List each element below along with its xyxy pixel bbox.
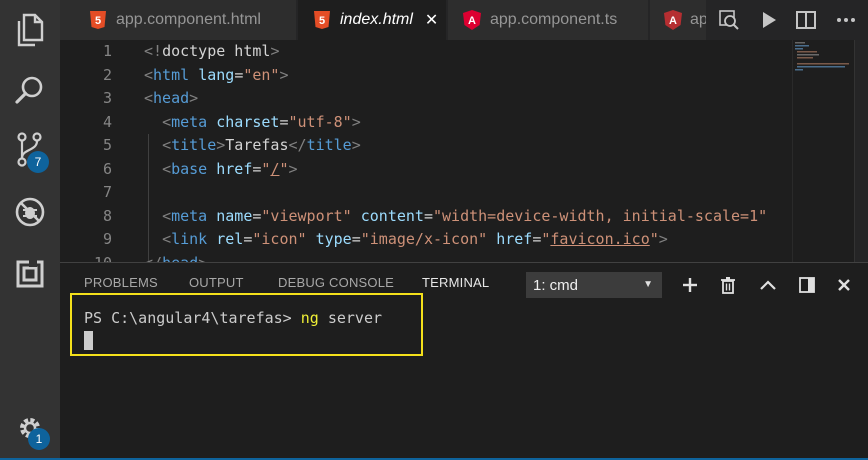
line-number: 1 [102,42,112,60]
search-button[interactable] [0,62,60,118]
svg-text:A: A [669,15,677,27]
explorer-button[interactable] [0,2,60,58]
code-line[interactable]: 6 <base href="/"> [60,158,850,182]
code-editor[interactable]: 1 <!doctype html> 2 <html lang="en"> 3 <head>… [60,40,868,262]
split-icon [799,277,815,293]
chevron-up-icon [760,280,776,290]
code-line[interactable]: 1 <!doctype html> [60,40,850,64]
tab-label: ap [690,11,706,28]
line-number: 5 [102,136,112,154]
code-text: <html lang="en"> [144,65,289,84]
minimap-preview [795,42,849,71]
code-line[interactable]: 10 </head> [60,252,850,263]
ellipsis-icon [837,18,855,22]
highlight-box [70,293,423,356]
code-line[interactable]: 7 [60,181,850,205]
open-changes-icon [719,10,739,30]
open-changes-button[interactable] [717,8,741,32]
settings-badge: 1 [28,428,50,450]
terminal-select-value: 1: cmd [533,276,579,294]
play-icon [763,12,776,28]
run-button[interactable] [757,8,781,32]
angular-icon: A [664,10,682,30]
editor-tab-bar: 5 app.component.html 5 index.html ✕ A ap… [60,0,868,40]
code-text: <link rel="icon" type="image/x-icon" hre… [162,230,668,248]
debug-button[interactable] [0,184,60,240]
code-line[interactable]: 4 <meta charset="utf-8"> [60,111,850,135]
tab-output[interactable]: OUTPUT [189,275,244,290]
code-text: <meta charset="utf-8"> [162,112,361,131]
line-number: 4 [102,112,112,131]
code-line[interactable]: 9 <link rel="icon" type="image/x-icon" h… [60,228,850,252]
new-terminal-button[interactable] [680,275,700,295]
maximize-panel-button[interactable] [758,275,778,295]
source-control-badge: 7 [27,151,49,173]
code-text: <title>Tarefas</title> [162,136,361,154]
code-text: <head> [144,89,199,107]
search-icon [15,76,43,104]
tab-overflow[interactable]: A ap [650,0,706,40]
bottom-panel: PROBLEMS OUTPUT DEBUG CONSOLE TERMINAL 1… [60,262,868,460]
code-text: </head> [144,252,207,263]
close-icon[interactable]: ✕ [425,10,438,30]
tab-app-component-html[interactable]: 5 app.component.html [60,0,296,40]
line-number: 10 [60,252,112,263]
code-line[interactable]: 5 <title>Tarefas</title> [60,134,850,158]
trash-icon [721,277,735,294]
angular-icon: A [462,10,482,30]
code-line[interactable]: 3 <head> [60,87,850,111]
no-bugs-icon [15,197,45,227]
code-line[interactable]: 2 <html lang="en"> [60,64,850,88]
editor-scrollbar[interactable] [854,40,868,262]
code-text: <meta name="viewport" content="width=dev… [162,206,768,225]
tab-label: index.html [340,11,413,28]
html5-icon: 5 [88,10,108,30]
code-text: <base href="/"> [162,159,298,178]
close-icon [838,279,850,291]
files-icon [17,13,44,47]
plus-icon [683,278,697,292]
toggle-panel-position-button[interactable] [797,275,817,295]
close-panel-button[interactable] [834,275,854,295]
source-control-button[interactable]: 7 [0,122,60,178]
tab-label: app.component.ts [490,11,618,28]
kill-terminal-button[interactable] [718,275,738,295]
line-number: 9 [102,230,112,248]
terminal-select[interactable]: 1: cmd ▼ [526,272,662,298]
tab-label: app.component.html [116,11,261,28]
line-number: 2 [102,65,112,84]
code-text: <!doctype html> [144,42,280,60]
html5-icon: 5 [312,10,332,30]
caret-down-icon: ▼ [643,279,653,290]
tab-app-component-ts[interactable]: A app.component.ts [448,0,648,40]
line-number: 6 [102,159,112,178]
svg-text:A: A [468,15,476,27]
tab-problems[interactable]: PROBLEMS [84,275,158,290]
svg-text:5: 5 [95,15,101,27]
code-line[interactable]: 8 <meta name="viewport" content="width=d… [60,205,850,229]
line-number: 7 [102,183,112,201]
extensions-button[interactable] [0,246,60,302]
split-editor-icon [796,11,816,29]
line-number: 8 [102,206,112,225]
split-editor-button[interactable] [794,8,818,32]
minimap[interactable] [792,40,850,262]
tab-debug-console[interactable]: DEBUG CONSOLE [278,275,394,290]
more-actions-button[interactable] [834,8,858,32]
activity-bar: 7 1 [0,0,60,460]
settings-button[interactable]: 1 [0,400,60,456]
tab-index-html[interactable]: 5 index.html ✕ [298,0,446,40]
tab-terminal[interactable]: TERMINAL [422,275,489,290]
extensions-icon [16,260,44,288]
line-number: 3 [102,89,112,107]
svg-text:5: 5 [319,15,325,27]
